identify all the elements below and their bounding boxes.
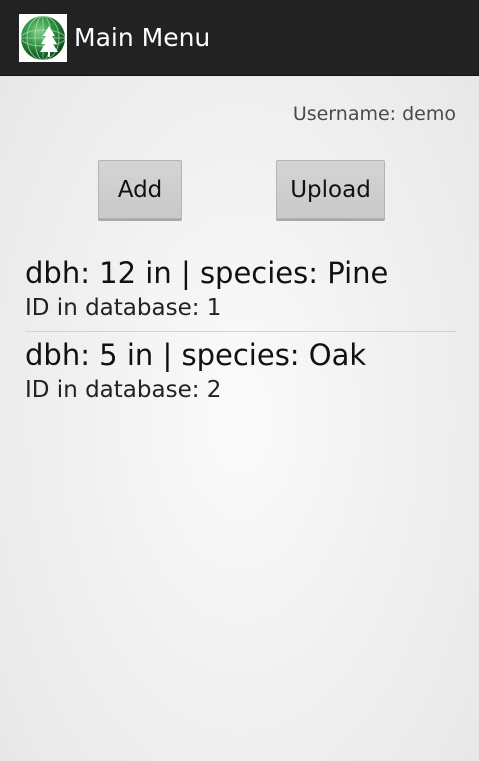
forest-globe-icon[interactable] [19,14,67,62]
username-label: Username: demo [292,103,456,125]
app-title: Main Menu [74,23,211,52]
list-item[interactable]: dbh: 5 in | species: Oak ID in database:… [25,337,456,405]
add-button[interactable]: Add [98,160,182,219]
list-divider [25,331,456,332]
action-bar: Main Menu [0,0,479,76]
record-id: ID in database: 2 [25,377,222,403]
record-id: ID in database: 1 [25,295,222,321]
list-item[interactable]: dbh: 12 in | species: Pine ID in databas… [25,255,456,323]
record-title: dbh: 12 in | species: Pine [25,256,389,290]
upload-button[interactable]: Upload [276,160,385,219]
record-title: dbh: 5 in | species: Oak [25,338,367,372]
